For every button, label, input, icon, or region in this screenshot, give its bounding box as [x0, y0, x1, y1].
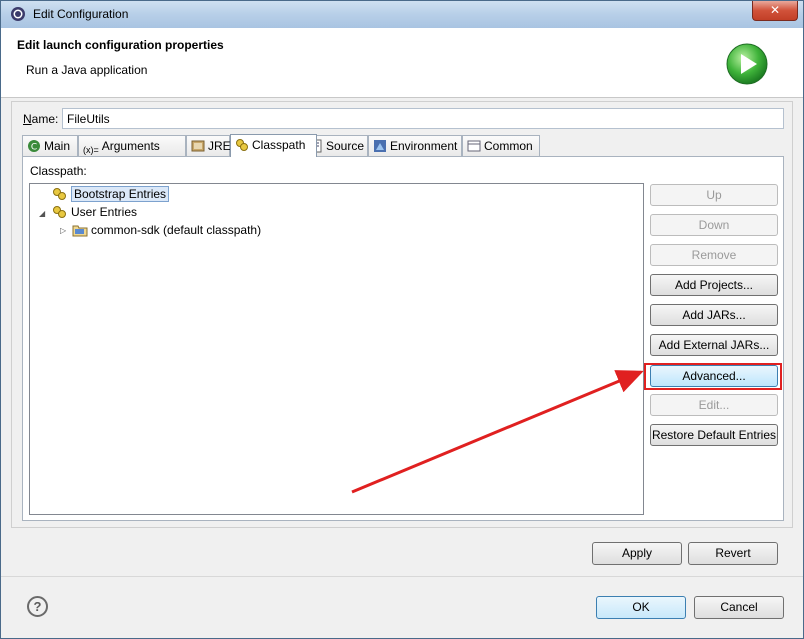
- annotation-highlight-box: [644, 363, 782, 390]
- add-jars-button[interactable]: Add JARs...: [650, 304, 778, 326]
- tab-classpath[interactable]: Classpath: [230, 134, 317, 157]
- add-external-jars-button-label: Add External JARs...: [658, 338, 770, 352]
- revert-button[interactable]: Revert: [688, 542, 778, 565]
- add-projects-button[interactable]: Add Projects...: [650, 274, 778, 296]
- tab-main-label: Main: [44, 139, 71, 153]
- window-title: Edit Configuration: [33, 7, 129, 21]
- common-tab-icon: [467, 140, 481, 152]
- tab-environment-label: Environment: [390, 139, 458, 153]
- dialog-header: Edit launch configuration properties Run…: [1, 28, 803, 98]
- main-tab-icon: C: [28, 140, 40, 153]
- project-folder-icon: [72, 225, 88, 237]
- name-field[interactable]: [62, 108, 784, 129]
- tab-arguments[interactable]: (x)= Arguments: [78, 135, 186, 156]
- close-button[interactable]: ✕: [752, 1, 798, 21]
- edit-button[interactable]: Edit...: [650, 394, 778, 416]
- tree-item-label: User Entries: [71, 205, 138, 219]
- remove-button[interactable]: Remove: [650, 244, 778, 266]
- classpath-entries-icon: [53, 206, 66, 218]
- revert-button-label: Revert: [715, 546, 751, 560]
- cancel-button[interactable]: Cancel: [694, 596, 784, 619]
- classpath-label: Classpath:: [30, 164, 87, 178]
- up-button[interactable]: Up: [650, 184, 778, 206]
- help-icon[interactable]: ?: [27, 596, 48, 617]
- ok-button-label: OK: [632, 600, 650, 614]
- tab-jre-label: JRE: [208, 139, 231, 153]
- edit-button-label: Edit...: [698, 398, 730, 412]
- tree-item-label: common-sdk (default classpath): [91, 223, 262, 237]
- restore-default-entries-button-label: Restore Default Entries: [651, 428, 777, 442]
- add-external-jars-button[interactable]: Add External JARs...: [650, 334, 778, 356]
- add-projects-button-label: Add Projects...: [674, 278, 754, 292]
- apply-button[interactable]: Apply: [592, 542, 682, 565]
- classpath-tree[interactable]: Bootstrap Entries ◢ User Entries ▷ commo…: [29, 183, 644, 515]
- cancel-button-label: Cancel: [720, 600, 758, 614]
- run-icon: [726, 43, 768, 85]
- collapse-arrow-icon[interactable]: ◢: [39, 209, 45, 218]
- tree-item-common-sdk[interactable]: common-sdk (default classpath): [72, 222, 261, 239]
- tree-item-user-entries[interactable]: User Entries: [52, 204, 137, 221]
- tree-item-bootstrap-entries[interactable]: Bootstrap Entries: [52, 186, 170, 203]
- eclipse-icon: [11, 7, 25, 21]
- down-button[interactable]: Down: [650, 214, 778, 236]
- tab-jre[interactable]: JRE: [186, 135, 231, 156]
- restore-default-entries-button[interactable]: Restore Default Entries: [650, 424, 778, 446]
- down-button-label: Down: [698, 218, 730, 232]
- svg-text:C: C: [31, 143, 37, 153]
- remove-button-label: Remove: [691, 248, 737, 262]
- apply-button-label: Apply: [621, 546, 653, 560]
- tab-common[interactable]: Common: [462, 135, 540, 156]
- title-bar: Edit Configuration ✕: [1, 1, 803, 29]
- tab-classpath-label: Classpath: [252, 138, 306, 152]
- jre-tab-icon: [191, 140, 205, 152]
- header-subtitle: Run a Java application: [26, 63, 148, 77]
- tab-environment[interactable]: Environment: [368, 135, 462, 156]
- tab-main[interactable]: C Main: [22, 135, 78, 156]
- ok-button[interactable]: OK: [596, 596, 686, 619]
- classpath-entries-icon: [53, 188, 66, 200]
- arguments-tab-icon: (x)=: [83, 145, 99, 155]
- add-jars-button-label: Add JARs...: [682, 308, 746, 322]
- up-button-label: Up: [706, 188, 722, 202]
- classpath-tab-icon: [236, 139, 248, 151]
- tab-source-label: Source: [326, 139, 365, 153]
- tab-common-label: Common: [484, 139, 533, 153]
- header-title: Edit launch configuration properties: [17, 38, 224, 52]
- environment-tab-icon: [374, 140, 386, 152]
- expand-arrow-icon[interactable]: ▷: [60, 226, 66, 235]
- separator: [1, 576, 803, 577]
- tree-item-label: Bootstrap Entries: [71, 186, 170, 202]
- name-label: Name:: [23, 112, 59, 126]
- tab-arguments-label: Arguments: [101, 139, 160, 153]
- edit-configuration-dialog: Edit Configuration ✕ Edit launch configu…: [0, 0, 804, 639]
